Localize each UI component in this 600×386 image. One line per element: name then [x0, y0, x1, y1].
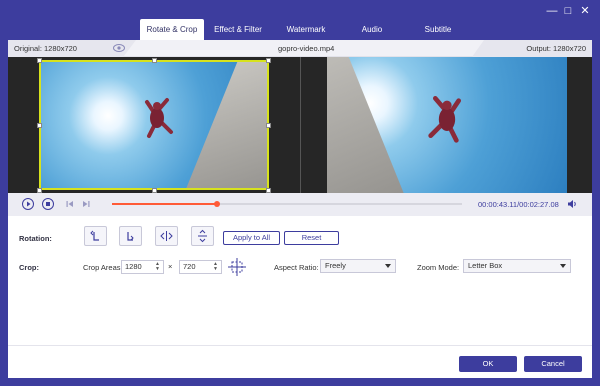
total-time: /00:02:27.08 [517, 200, 559, 209]
time-display: 00:00:43.11/00:02:27.08 [478, 200, 559, 209]
crop-handle[interactable] [37, 58, 42, 63]
close-icon[interactable]: ✕ [578, 4, 592, 18]
crop-height-value: 720 [183, 262, 196, 271]
aspect-ratio-value: Freely [325, 261, 346, 270]
zoom-mode-value: Letter Box [468, 261, 503, 270]
tab-audio[interactable]: Audio [340, 19, 404, 40]
tab-subtitle[interactable]: Subtitle [404, 19, 472, 40]
volume-icon[interactable] [567, 199, 578, 211]
zoom-mode-select[interactable]: Letter Box [463, 259, 571, 273]
flip-horizontal-button[interactable] [155, 226, 178, 246]
aspect-ratio-select[interactable]: Freely [320, 259, 396, 273]
progress-slider[interactable] [112, 201, 462, 207]
tab-bar: Rotate & Crop Effect & Filter Watermark … [140, 19, 472, 40]
chevron-down-icon [560, 264, 566, 268]
output-preview [327, 57, 567, 193]
crop-handle[interactable] [266, 58, 271, 63]
rotate-left-button[interactable] [84, 226, 107, 246]
title-bar: — □ ✕ Rotate & Crop Effect & Filter Wate… [0, 0, 600, 40]
preview-divider [300, 57, 301, 193]
tab-watermark[interactable]: Watermark [272, 19, 340, 40]
crop-handle[interactable] [37, 123, 42, 128]
next-frame-icon[interactable] [81, 199, 91, 211]
chevron-down-icon [385, 264, 391, 268]
jumper-figure [428, 96, 461, 143]
play-button[interactable] [22, 198, 34, 210]
crop-handle[interactable] [266, 123, 271, 128]
spinner-icon[interactable]: ▲ ▼ [213, 262, 219, 272]
file-name: gopro-video.mp4 [278, 44, 335, 53]
cancel-button[interactable]: Cancel [524, 356, 582, 372]
crop-handle[interactable] [152, 58, 157, 63]
previous-frame-icon[interactable] [65, 199, 75, 211]
aspect-ratio-label: Aspect Ratio: [274, 263, 319, 272]
crop-width-input[interactable]: 1280 ▲ ▼ [121, 260, 164, 274]
progress-knob[interactable] [214, 201, 220, 207]
eye-icon[interactable] [113, 43, 125, 55]
crop-width-value: 1280 [125, 262, 142, 271]
tab-effect-filter[interactable]: Effect & Filter [204, 19, 272, 40]
minimize-icon[interactable]: — [545, 4, 559, 18]
center-crop-icon[interactable] [227, 257, 247, 279]
original-resolution: Original: 1280x720 [14, 44, 77, 53]
progress-fill [112, 203, 217, 205]
crop-area-label: Crop Areas: [83, 263, 123, 272]
rotation-label: Rotation: [19, 234, 52, 243]
video-preview-area [8, 57, 592, 193]
playback-bar: 00:00:43.11/00:02:27.08 [8, 193, 592, 216]
crop-height-input[interactable]: 720 ▲ ▼ [179, 260, 222, 274]
apply-to-all-button[interactable]: Apply to All [223, 231, 280, 245]
crop-selection-box[interactable] [39, 60, 269, 190]
rotate-right-button[interactable] [119, 226, 142, 246]
maximize-icon[interactable]: □ [561, 4, 575, 18]
output-resolution: Output: 1280x720 [526, 44, 586, 53]
reset-button[interactable]: Reset [284, 231, 339, 245]
zoom-mode-label: Zoom Mode: [417, 263, 460, 272]
ok-button[interactable]: OK [459, 356, 517, 372]
info-bar: Original: 1280x720 gopro-video.mp4 Outpu… [8, 40, 592, 57]
tab-rotate-crop[interactable]: Rotate & Crop [140, 19, 204, 40]
editor-panel: Original: 1280x720 gopro-video.mp4 Outpu… [8, 40, 592, 378]
crop-label: Crop: [19, 263, 39, 272]
current-time: 00:00:43.11 [478, 200, 518, 209]
spinner-icon[interactable]: ▲ ▼ [155, 262, 161, 272]
flip-vertical-button[interactable] [191, 226, 214, 246]
times-symbol: × [168, 262, 173, 271]
stop-button[interactable] [42, 198, 54, 210]
